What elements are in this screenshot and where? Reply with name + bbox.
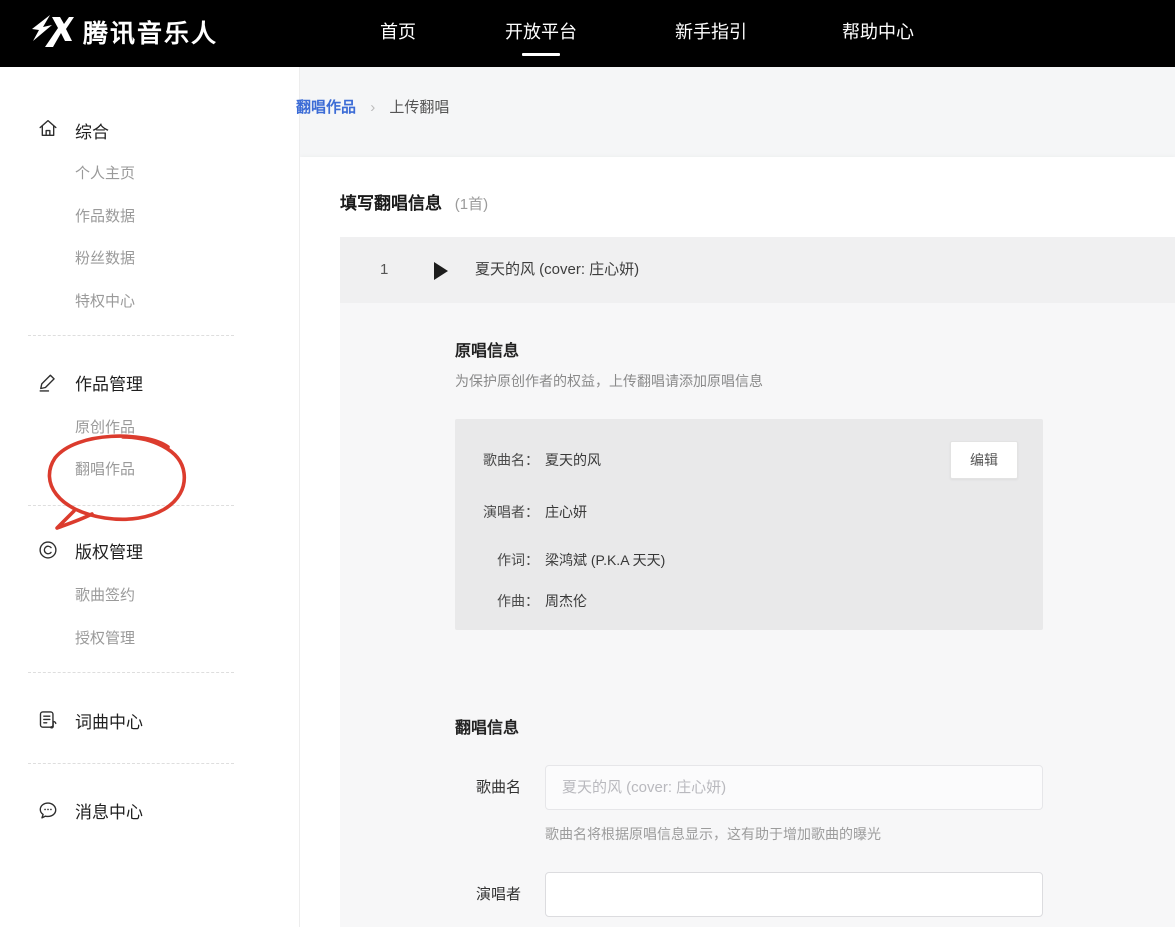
sidebar-item-message-center[interactable]: 消息中心 bbox=[75, 798, 143, 823]
nav-home[interactable]: 首页 bbox=[368, 0, 428, 67]
song-row: 1 夏天的风 (cover: 庄心妍) bbox=[340, 237, 1175, 303]
cover-song-name-label: 歌曲名 bbox=[455, 765, 521, 810]
original-info-note: 为保护原创作者的权益，上传翻唱请添加原唱信息 bbox=[455, 371, 763, 391]
sidebar-item-cover-works[interactable]: 翻唱作品 bbox=[75, 458, 135, 482]
tencent-musician-logo-icon bbox=[30, 15, 74, 49]
cover-song-name-hint: 歌曲名将根据原唱信息显示，这有助于增加歌曲的曝光 bbox=[545, 824, 881, 844]
sidebar-item-original-works[interactable]: 原创作品 bbox=[75, 416, 135, 440]
sidebar-divider bbox=[28, 672, 234, 673]
original-song-name-row: 歌曲名：夏天的风 bbox=[475, 450, 601, 470]
breadcrumb-separator-icon: › bbox=[370, 99, 375, 116]
cover-singer-input[interactable] bbox=[545, 872, 1043, 917]
active-nav-underline bbox=[522, 53, 560, 56]
lyrics-icon bbox=[37, 709, 59, 731]
original-info-box: 歌曲名：夏天的风 演唱者：庄心妍 作词：梁鸿斌 (P.K.A 天天) 作曲：周杰… bbox=[455, 419, 1043, 630]
sidebar-item-work-management[interactable]: 作品管理 bbox=[75, 370, 143, 395]
play-icon[interactable] bbox=[434, 262, 448, 280]
sidebar-item-fans-data[interactable]: 粉丝数据 bbox=[75, 247, 135, 271]
sidebar-item-overview[interactable]: 综合 bbox=[75, 118, 109, 143]
sidebar-item-copyright-management[interactable]: 版权管理 bbox=[75, 538, 143, 563]
sidebar: 综合 个人主页 作品数据 粉丝数据 特权中心 作品管理 原创作品 翻唱作品 版权… bbox=[0, 67, 300, 927]
cover-info-heading: 翻唱信息 bbox=[455, 714, 519, 738]
edit-button[interactable]: 编辑 bbox=[950, 441, 1018, 479]
sidebar-item-personal-homepage[interactable]: 个人主页 bbox=[75, 162, 135, 186]
original-composer-row: 作曲：周杰伦 bbox=[475, 591, 587, 611]
song-title: 夏天的风 (cover: 庄心妍) bbox=[475, 237, 639, 303]
nav-beginner-guide[interactable]: 新手指引 bbox=[666, 0, 756, 67]
sidebar-item-work-data[interactable]: 作品数据 bbox=[75, 205, 135, 229]
pencil-icon bbox=[37, 371, 59, 393]
brand-logo-text: 腾讯音乐人 bbox=[83, 14, 218, 50]
original-singer-row: 演唱者：庄心妍 bbox=[475, 502, 587, 522]
brand-logo[interactable]: 腾讯音乐人 bbox=[30, 14, 218, 50]
sidebar-divider bbox=[28, 763, 234, 764]
nav-help-center[interactable]: 帮助中心 bbox=[833, 0, 923, 67]
breadcrumb: 翻唱作品 › 上传翻唱 bbox=[296, 96, 449, 120]
top-header: 腾讯音乐人 首页 开放平台 新手指引 帮助中心 bbox=[0, 0, 1175, 67]
sidebar-item-lyrics-center[interactable]: 词曲中心 bbox=[75, 708, 143, 733]
sidebar-divider bbox=[28, 335, 234, 336]
song-index: 1 bbox=[380, 237, 388, 303]
sidebar-divider bbox=[28, 505, 234, 506]
breadcrumb-current: 上传翻唱 bbox=[389, 99, 449, 116]
message-icon bbox=[37, 799, 59, 821]
sidebar-item-song-signing[interactable]: 歌曲签约 bbox=[75, 584, 135, 608]
copyright-icon bbox=[37, 539, 59, 561]
original-lyricist-row: 作词：梁鸿斌 (P.K.A 天天) bbox=[475, 550, 665, 570]
cover-song-name-input[interactable] bbox=[545, 765, 1043, 810]
song-count: (1首) bbox=[455, 196, 488, 213]
sidebar-item-authorization-management[interactable]: 授权管理 bbox=[75, 627, 135, 651]
breadcrumb-cover-works-link[interactable]: 翻唱作品 bbox=[296, 99, 356, 116]
nav-open-platform[interactable]: 开放平台 bbox=[496, 0, 586, 67]
original-info-heading: 原唱信息 bbox=[455, 337, 519, 361]
home-icon bbox=[37, 117, 59, 139]
sidebar-item-privilege-center[interactable]: 特权中心 bbox=[75, 290, 135, 314]
cover-singer-label: 演唱者 bbox=[455, 872, 521, 917]
page-title: 填写翻唱信息 (1首) bbox=[340, 189, 488, 214]
song-form-panel: 原唱信息 为保护原创作者的权益，上传翻唱请添加原唱信息 歌曲名：夏天的风 演唱者… bbox=[340, 303, 1175, 927]
